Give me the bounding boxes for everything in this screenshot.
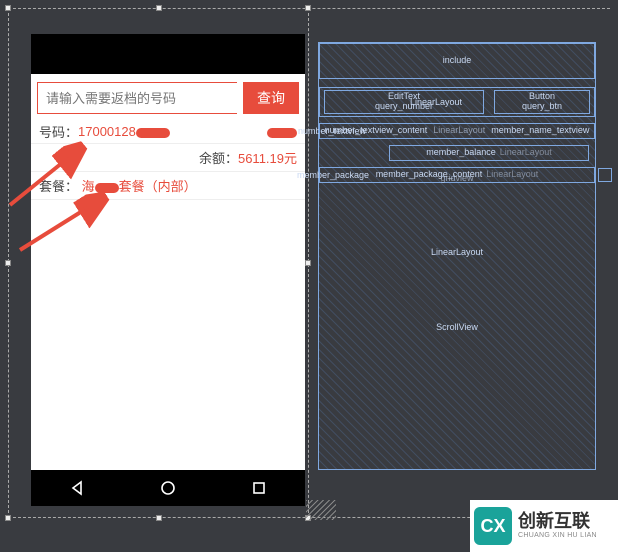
phone-notch xyxy=(31,34,305,74)
resize-handle[interactable] xyxy=(305,5,311,11)
bp-include[interactable]: include xyxy=(319,43,595,79)
bp-member-balance[interactable]: member_balance LinearLayout xyxy=(389,145,589,161)
selection-divider xyxy=(308,8,309,518)
bp-balance-label: member_balance xyxy=(426,148,496,158)
resize-handle[interactable] xyxy=(5,260,11,266)
bp-member-name: member_name_textview xyxy=(491,126,589,136)
search-input[interactable] xyxy=(37,82,237,114)
number-value-prefix: 17000128 xyxy=(78,124,136,139)
bp-package-row[interactable]: member_package_content LinearLayout grid… xyxy=(319,167,595,183)
brand-logo: CX 创新互联 CHUANG XIN HU LIAN xyxy=(470,500,618,552)
phone-preview: 查询 号码： 17000128 余额：5611.19元 套餐： 海套餐（内部） xyxy=(31,34,305,506)
number-value: 17000128 xyxy=(78,124,170,139)
package-value-suffix: 套餐（内部） xyxy=(119,179,197,194)
bp-overflow-icon[interactable] xyxy=(598,168,612,182)
logo-text: 创新互联 CHUANG XIN HU LIAN xyxy=(518,512,597,539)
bp-linear-big[interactable]: LinearLayout xyxy=(319,243,595,263)
balance-row: 余额：5611.19元 xyxy=(31,144,305,172)
nav-back-icon[interactable] xyxy=(68,479,86,497)
number-label: 号码： xyxy=(39,122,78,141)
resize-handle[interactable] xyxy=(305,260,311,266)
balance-label: 余额： xyxy=(199,151,238,166)
search-row: 查询 xyxy=(31,74,305,120)
resize-handle[interactable] xyxy=(156,515,162,521)
bp-gridview: gridview xyxy=(440,174,473,184)
bp-num-content: number_textview_content xyxy=(325,126,428,136)
bp-scrollview[interactable]: ScrollView xyxy=(319,318,595,338)
bp-button[interactable]: Button query_btn xyxy=(494,90,590,114)
bp-linear-mid: LinearLayout xyxy=(433,126,485,136)
bp-linear-pkg: LinearLayout xyxy=(486,170,538,180)
package-value: 海套餐（内部） xyxy=(82,179,197,194)
logo-pinyin: CHUANG XIN HU LIAN xyxy=(518,532,597,540)
redaction-scribble xyxy=(95,183,119,193)
balance-value: 5611.19元 xyxy=(238,151,297,166)
bp-linear-search[interactable]: EditText query_number LinearLayout Butto… xyxy=(319,87,595,117)
bp-linear-label: LinearLayout xyxy=(410,98,462,108)
nav-home-icon[interactable] xyxy=(159,479,177,497)
query-button[interactable]: 查询 xyxy=(243,82,299,114)
number-row: 号码： 17000128 xyxy=(31,120,305,144)
logo-zh: 创新互联 xyxy=(518,512,597,532)
resize-handle[interactable] xyxy=(5,5,11,11)
bp-linear-bal: LinearLayout xyxy=(500,148,552,158)
package-row: 套餐： 海套餐（内部） xyxy=(31,172,305,200)
resize-handle[interactable] xyxy=(156,5,162,11)
nav-recent-icon[interactable] xyxy=(250,479,268,497)
layout-blueprint: include EditText query_number LinearLayo… xyxy=(318,42,596,470)
redaction-scribble xyxy=(136,128,170,138)
app-screen: 查询 号码： 17000128 余额：5611.19元 套餐： 海套餐（内部） xyxy=(31,74,305,470)
package-label: 套餐： xyxy=(39,179,78,194)
resize-grip-icon[interactable] xyxy=(306,500,336,520)
phone-navbar xyxy=(31,470,305,506)
bp-row-number[interactable]: number_textview_content LinearLayout mem… xyxy=(319,123,595,139)
logo-mark: CX xyxy=(474,507,512,545)
resize-handle[interactable] xyxy=(5,515,11,521)
